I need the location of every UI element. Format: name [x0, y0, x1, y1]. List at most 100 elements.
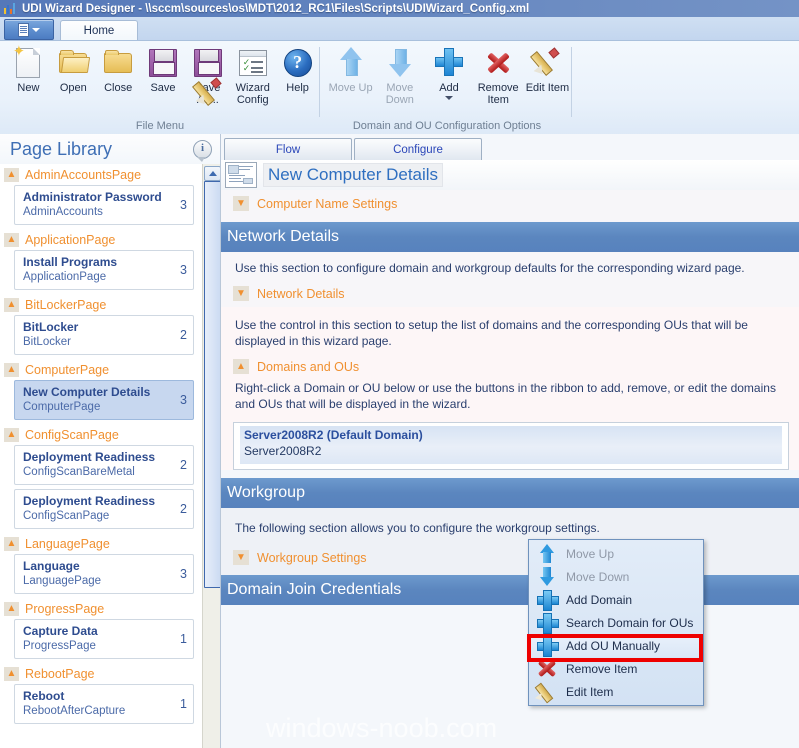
ribbon-button-remove-item[interactable]: Remove Item	[474, 45, 523, 106]
collapse-domains-and-ous[interactable]: ▲ Domains and OUs	[221, 353, 799, 380]
context-menu-item-edit-item[interactable]: Edit Item	[529, 680, 703, 704]
chevron-down-icon[interactable]	[445, 96, 453, 100]
list-item[interactable]: Capture Data ProgressPage 1	[14, 619, 194, 659]
file-menu-button[interactable]	[4, 19, 54, 40]
sidebar-group-header[interactable]: ▲ ConfigScanPage	[0, 424, 200, 445]
context-menu-item-move-up[interactable]: Move Up	[529, 542, 703, 565]
list-item[interactable]: Deployment Readiness ConfigScanPage 2	[14, 489, 194, 529]
section-label: Computer Name Settings	[257, 196, 398, 211]
sidebar-group-label: ProgressPage	[25, 602, 105, 616]
list-item[interactable]: Administrator Password AdminAccounts 3	[14, 185, 194, 225]
ribbon-button-wizard-config[interactable]: ✓ ✓ Wizard Config	[230, 45, 275, 106]
collapse-workgroup-settings[interactable]: ▼ Workgroup Settings	[221, 540, 799, 575]
sidebar-group-bitlockerpage: ▲ BitLockerPage BitLocker BitLocker 2	[0, 294, 200, 355]
plus-icon	[535, 589, 559, 611]
ribbon-button-label: Move Down	[385, 82, 414, 106]
sidebar-group-header[interactable]: ▲ ComputerPage	[0, 359, 200, 380]
page-subtitle: RebootAfterCapture	[23, 705, 126, 717]
context-menu-item-move-down[interactable]: Move Down	[529, 565, 703, 588]
domain-value: Server2008R2	[244, 444, 322, 458]
page-name: Language	[23, 559, 80, 573]
ribbon-button-save-as[interactable]: Save As...	[185, 45, 230, 108]
section-label: Domains and OUs	[257, 359, 360, 374]
network-intro-text: Use this section to configure domain and…	[235, 261, 745, 275]
context-menu[interactable]: Move Up Move Down Add Domain Search Doma…	[528, 539, 704, 706]
sidebar-group-header[interactable]: ▲ RebootPage	[0, 663, 200, 684]
ribbon-button-open[interactable]: Open	[51, 45, 96, 94]
sidebar-group-header[interactable]: ▲ BitLockerPage	[0, 294, 200, 315]
sidebar-group-header[interactable]: ▲ AdminAccountsPage	[0, 164, 200, 185]
list-item[interactable]: Language LanguagePage 3	[14, 554, 194, 594]
sidebar-group-header[interactable]: ▲ ApplicationPage	[0, 229, 200, 250]
collapse-computer-name-settings[interactable]: ▼ Computer Name Settings	[221, 190, 799, 217]
ribbon-group-title: Domain and OU Configuration Options	[352, 120, 542, 132]
sidebar-group-label: ApplicationPage	[25, 233, 116, 247]
context-menu-item-remove-item[interactable]: Remove Item	[529, 657, 703, 680]
application-window: UDI Wizard Designer - \\sccm\sources\os\…	[0, 0, 799, 748]
context-menu-item-add-domain[interactable]: Add Domain	[529, 588, 703, 611]
ribbon-button-help[interactable]: ? Help	[275, 45, 320, 94]
list-item[interactable]: BitLocker BitLocker 2	[14, 315, 194, 355]
new-document-icon: ✦	[11, 44, 45, 79]
page-count: 2	[180, 458, 187, 472]
page-subtitle: ComputerPage	[23, 401, 101, 413]
arrow-down-icon	[383, 45, 417, 79]
chevron-up-icon: ▲	[4, 233, 19, 247]
page-name: New Computer Details	[23, 385, 151, 399]
ribbon-button-label: Close	[104, 82, 133, 94]
context-menu-label: Add OU Manually	[566, 638, 661, 653]
ribbon-button-save[interactable]: Save	[141, 45, 186, 94]
chevron-up-icon: ▲	[4, 168, 19, 182]
list-item-domain[interactable]: Server2008R2 (Default Domain) Server2008…	[240, 426, 782, 464]
list-item[interactable]: Install Programs ApplicationPage 3	[14, 250, 194, 290]
ribbon-button-move-down[interactable]: Move Down	[375, 45, 424, 106]
scrollbar-thumb[interactable]	[204, 181, 220, 588]
ribbon-button-label: Wizard Config	[235, 82, 270, 106]
page-count: 3	[180, 393, 187, 407]
scroll-up-button[interactable]	[204, 166, 220, 181]
triangle-up-icon	[208, 171, 217, 176]
sidebar-group-label: LanguagePage	[25, 537, 110, 551]
sidebar-group-label: AdminAccountsPage	[25, 168, 142, 182]
section-header-workgroup: Workgroup	[221, 478, 799, 508]
sidebar-group-label: ConfigScanPage	[25, 428, 119, 442]
ribbon-button-add[interactable]: Add	[424, 45, 473, 100]
help-question-icon: ?	[281, 45, 315, 79]
sidebar-scroll-area: ▲ AdminAccountsPage Administrator Passwo…	[0, 164, 220, 748]
context-menu-item-add-ou-manually[interactable]: Add OU Manually	[529, 634, 703, 657]
sidebar-group-label: RebootPage	[25, 667, 95, 681]
sidebar-group-rebootpage: ▲ RebootPage Reboot RebootAfterCapture 1	[0, 663, 200, 724]
ribbon-button-new[interactable]: ✦ New	[6, 44, 51, 94]
page-name: Install Programs	[23, 255, 118, 269]
page-title: Page Library	[10, 138, 113, 159]
context-menu-item-search-domain-for-ous[interactable]: Search Domain for OUs	[529, 611, 703, 634]
info-icon[interactable]: i	[193, 139, 212, 162]
tab-configure[interactable]: Configure	[354, 138, 482, 162]
ribbon-button-close[interactable]: Close	[96, 45, 141, 94]
plus-icon	[535, 635, 559, 657]
network-details-body: Use this section to configure domain and…	[221, 252, 799, 307]
sidebar-group-progresspage: ▲ ProgressPage Capture Data ProgressPage…	[0, 598, 200, 659]
sidebar-group-header[interactable]: ▲ ProgressPage	[0, 598, 200, 619]
sidebar-scrollbar[interactable]	[202, 164, 220, 748]
section-header-domain-join-credentials: Domain Join Credentials	[221, 575, 799, 605]
sidebar-group-header[interactable]: ▲ LanguagePage	[0, 533, 200, 554]
tab-flow[interactable]: Flow	[224, 138, 352, 162]
floppy-disk-icon	[146, 45, 180, 79]
list-item-new-computer-details[interactable]: New Computer Details ComputerPage 3	[14, 380, 194, 420]
chevron-up-icon: ▲	[4, 363, 19, 377]
domains-ous-listbox[interactable]: Server2008R2 (Default Domain) Server2008…	[233, 422, 789, 470]
ribbon-button-edit-item[interactable]: Edit Item	[523, 45, 572, 94]
sidebar-group-configscanpage: ▲ ConfigScanPage Deployment Readiness Co…	[0, 424, 200, 529]
ribbon-button-move-up[interactable]: Move Up	[326, 45, 375, 94]
collapse-network-details[interactable]: ▼ Network Details	[221, 280, 799, 307]
list-item[interactable]: Reboot RebootAfterCapture 1	[14, 684, 194, 724]
tab-home[interactable]: Home	[60, 20, 138, 41]
app-logo-icon	[3, 2, 18, 15]
pencil-icon	[530, 45, 564, 79]
page-subtitle: ApplicationPage	[23, 271, 107, 283]
chevron-up-icon: ▲	[4, 298, 19, 312]
list-item[interactable]: Deployment Readiness ConfigScanBareMetal…	[14, 445, 194, 485]
page-name: Administrator Password	[23, 190, 162, 204]
page-subtitle: AdminAccounts	[23, 206, 103, 218]
